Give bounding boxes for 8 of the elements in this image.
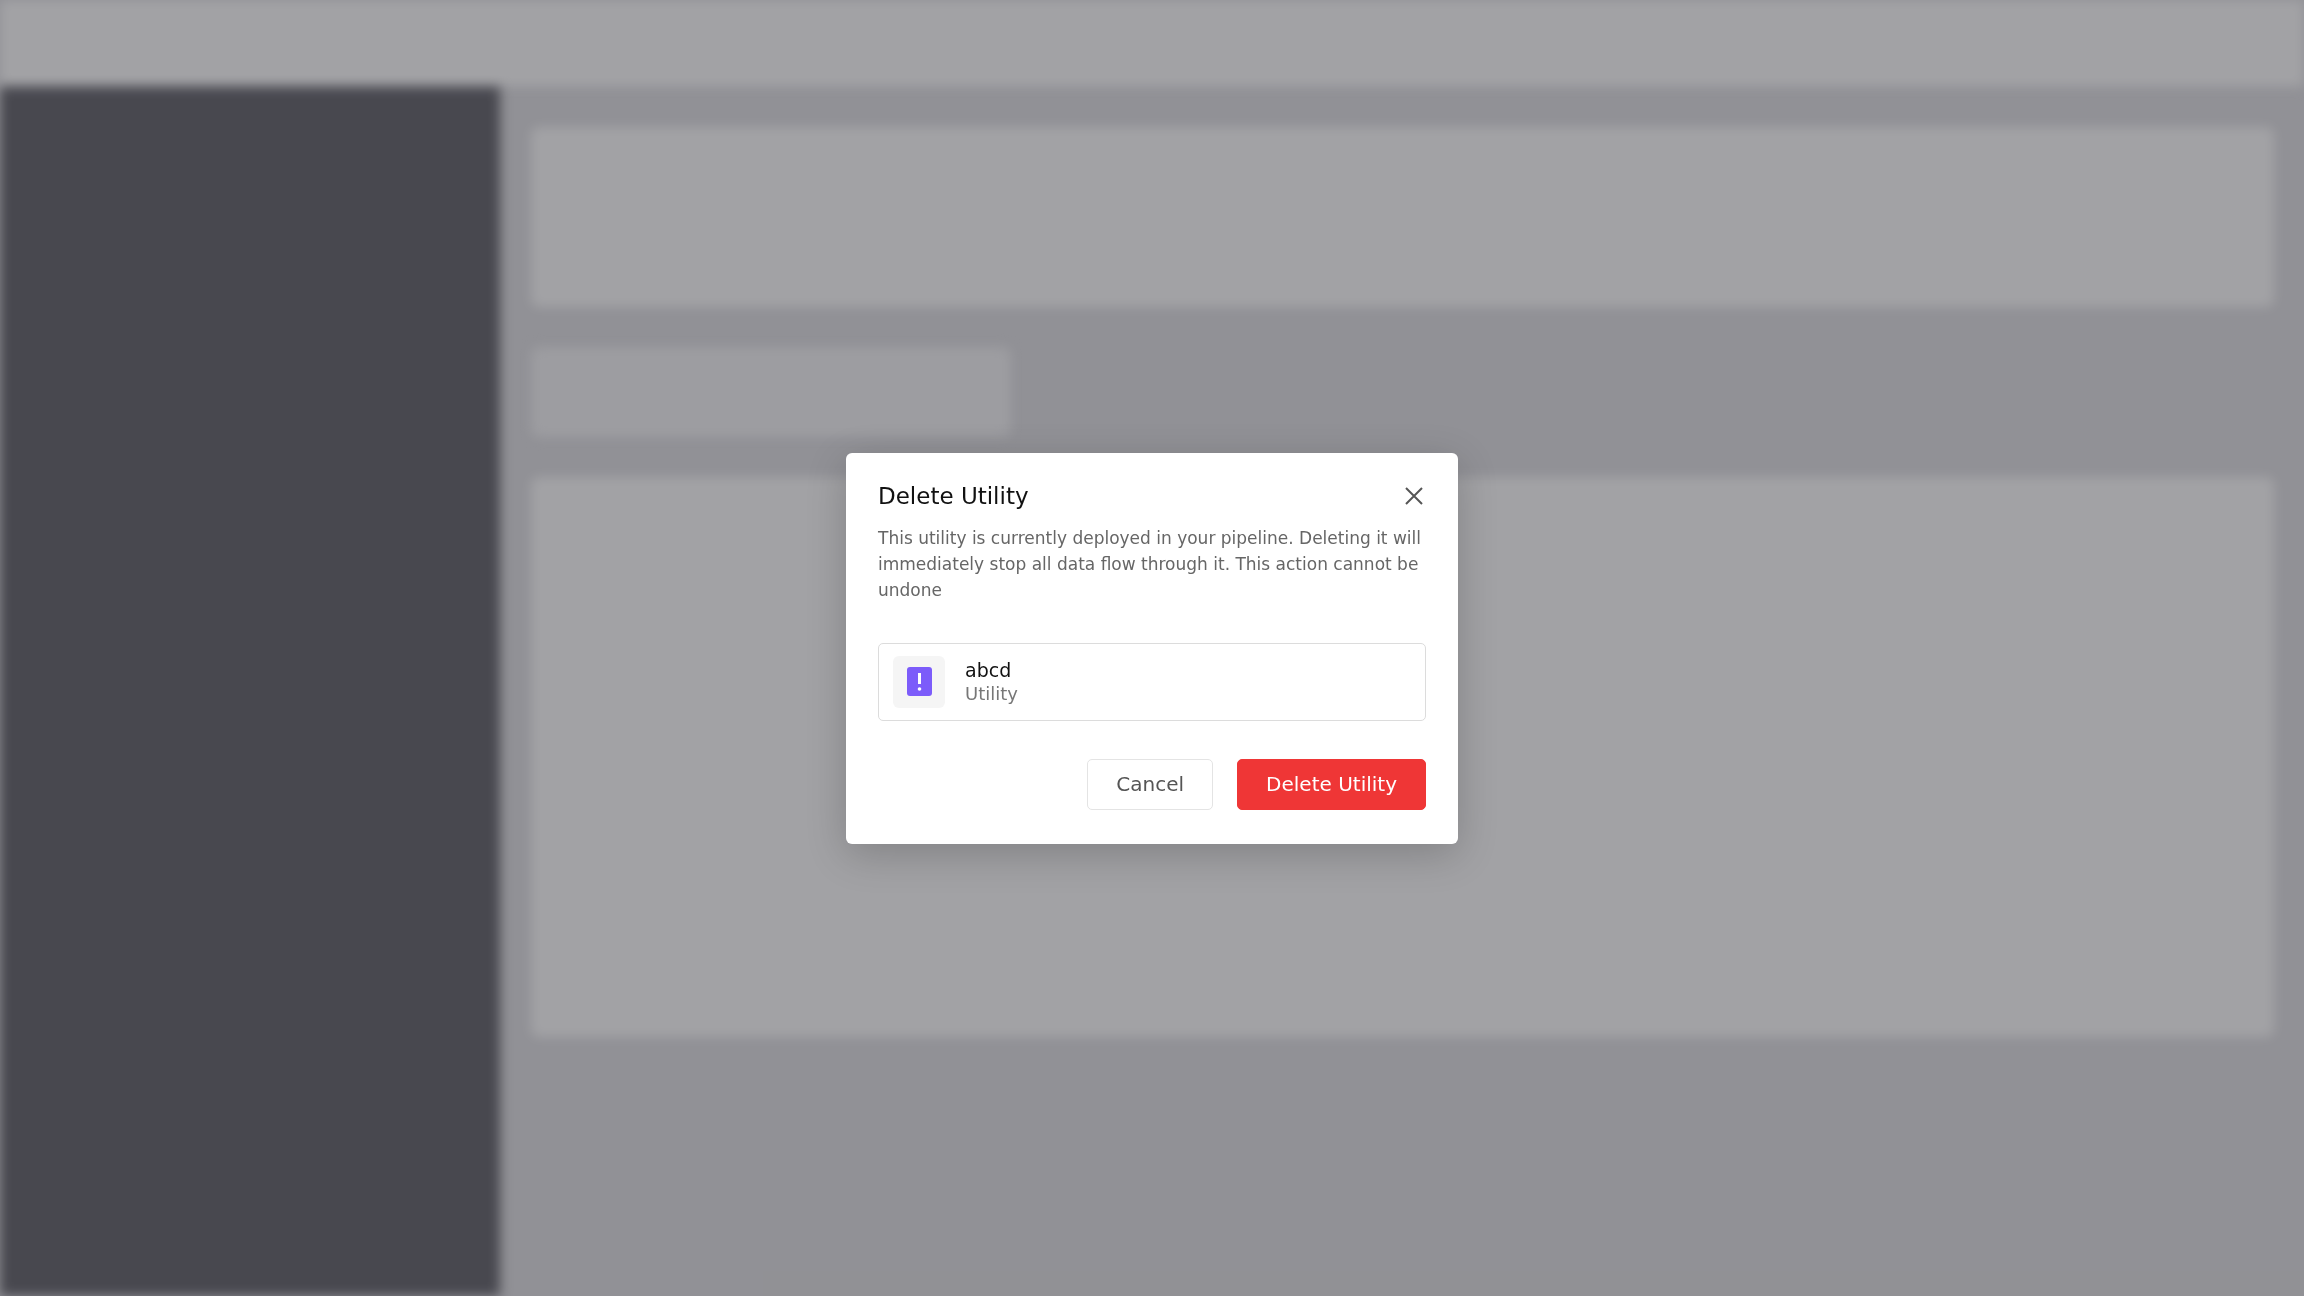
exclamation-icon [906, 667, 932, 696]
delete-button[interactable]: Delete Utility [1237, 758, 1426, 810]
close-icon [1404, 485, 1424, 506]
dialog-title: Delete Utility [878, 482, 1029, 509]
item-name: abcd [965, 659, 1013, 681]
cancel-button[interactable]: Cancel [1087, 758, 1214, 810]
dialog-message: This utility is currently deployed in your pipeline. Deleting it will immediately stop all data flow through it. This action cannot be undone [878, 526, 1422, 602]
item-type: Utility [965, 683, 1018, 704]
